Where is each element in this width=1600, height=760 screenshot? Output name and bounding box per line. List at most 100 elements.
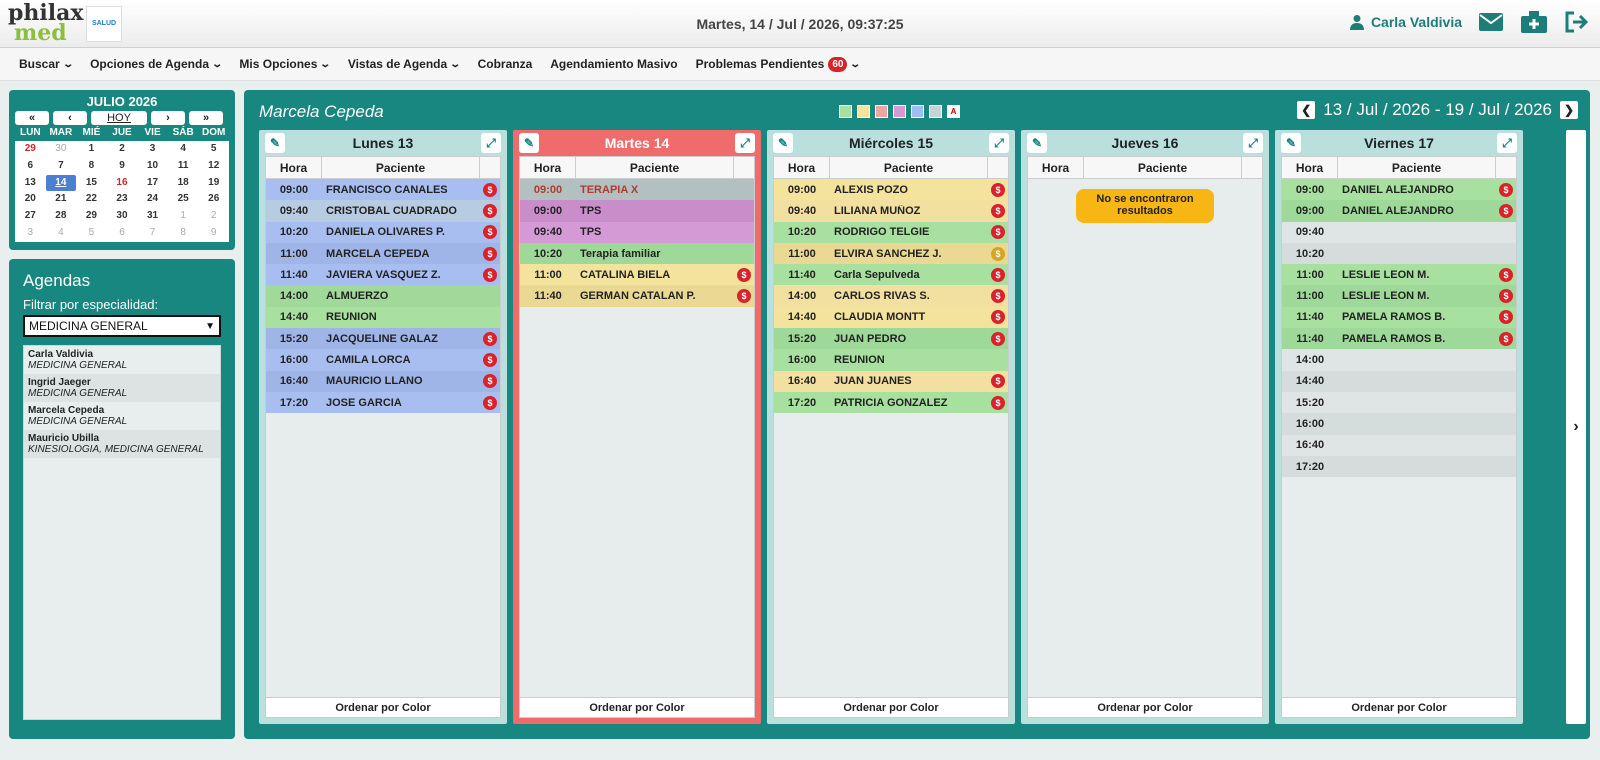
payment-icon[interactable]: $ [991, 246, 1005, 261]
menu-item-3[interactable]: Vistas de Agenda ⌄ [339, 57, 469, 71]
appointment-row[interactable]: 09:40 TPS [520, 221, 754, 243]
calendar-day[interactable]: 29 [15, 141, 46, 158]
agenda-list-item[interactable]: Carla Valdivia MEDICINA GENERAL [24, 346, 220, 374]
appointment-row[interactable]: 11:00 LESLIE LEON M. $ [1282, 285, 1516, 307]
calendar-day[interactable]: 1 [76, 141, 107, 158]
appointment-row[interactable]: 16:00 [1282, 413, 1516, 435]
appointment-row[interactable]: 09:00 DANIEL ALEJANDRO $ [1282, 179, 1516, 201]
appointment-row[interactable]: 15:20 JACQUELINE GALAZ $ [266, 328, 500, 350]
color-swatch[interactable] [839, 105, 852, 118]
calendar-day[interactable]: 2 [107, 141, 138, 158]
expand-icon[interactable]: ⤢ [735, 133, 755, 153]
payment-icon[interactable]: $ [737, 267, 751, 282]
menu-item-0[interactable]: Buscar ⌄ [10, 57, 81, 71]
appointment-row[interactable]: 10:20 Terapia familiar [520, 242, 754, 265]
payment-icon[interactable]: $ [1499, 267, 1513, 282]
agenda-list-item[interactable]: Ingrid Jaeger MEDICINA GENERAL [24, 374, 220, 402]
appointment-row[interactable]: 14:00 ALMUERZO [266, 285, 500, 307]
calendar-day[interactable]: 7 [137, 225, 168, 242]
payment-icon[interactable]: $ [991, 374, 1005, 389]
user-menu[interactable]: Carla Valdivia [1349, 14, 1462, 30]
calendar-day[interactable]: 2 [198, 208, 229, 225]
appointment-row[interactable]: 14:00 CARLOS RIVAS S. $ [774, 285, 1008, 307]
menu-item-4[interactable]: Cobranza [469, 57, 542, 71]
appointment-row[interactable]: 16:40 MAURICIO LLANO $ [266, 370, 500, 392]
payment-icon[interactable]: $ [1499, 203, 1513, 218]
agenda-list-item[interactable]: Marcela Cepeda MEDICINA GENERAL [24, 402, 220, 430]
payment-icon[interactable]: $ [483, 267, 497, 282]
color-swatch[interactable] [875, 105, 888, 118]
calendar-day[interactable]: 22 [76, 191, 107, 208]
calendar-day[interactable]: 10 [137, 158, 168, 175]
payment-icon[interactable]: $ [1499, 310, 1513, 325]
calendar-day[interactable]: 23 [107, 191, 138, 208]
next-year-button[interactable]: » [189, 111, 223, 125]
sort-by-color-button[interactable]: Ordenar por Color [520, 697, 754, 717]
calendar-day[interactable]: 5 [198, 141, 229, 158]
expand-icon[interactable]: ⤢ [481, 133, 501, 153]
edit-pencil-icon[interactable]: ✎ [1027, 133, 1047, 153]
payment-icon[interactable]: $ [991, 203, 1005, 218]
appointment-row[interactable]: 15:20 JUAN PEDRO $ [774, 328, 1008, 350]
payment-icon[interactable]: $ [483, 182, 497, 197]
appointment-row[interactable]: 11:00 MARCELA CEPEDA $ [266, 242, 500, 265]
mail-icon[interactable] [1478, 12, 1504, 32]
appointment-row[interactable]: 16:00 REUNION [774, 349, 1008, 371]
calendar-day[interactable]: 29 [76, 208, 107, 225]
appointment-row[interactable]: 11:00 LESLIE LEON M. $ [1282, 264, 1516, 286]
payment-icon[interactable]: $ [483, 331, 497, 346]
next-week-button[interactable]: ❯ [1560, 101, 1578, 119]
appointment-row[interactable]: 11:40 PAMELA RAMOS B. $ [1282, 306, 1516, 329]
calendar-day[interactable]: 3 [15, 225, 46, 242]
calendar-day[interactable]: 30 [107, 208, 138, 225]
menu-item-5[interactable]: Agendamiento Masivo [541, 57, 686, 71]
calendar-day[interactable]: 5 [76, 225, 107, 242]
sort-by-color-button[interactable]: Ordenar por Color [1028, 697, 1262, 717]
payment-icon[interactable]: $ [483, 353, 497, 368]
today-button[interactable]: HOY [91, 111, 147, 125]
appointment-row[interactable]: 15:20 [1282, 391, 1516, 414]
appointment-row[interactable]: 17:20 PATRICIA GONZALEZ $ [774, 391, 1008, 414]
sort-by-color-button[interactable]: Ordenar por Color [266, 697, 500, 717]
color-swatch[interactable] [857, 105, 870, 118]
calendar-day[interactable]: 3 [137, 141, 168, 158]
appointment-row[interactable]: 16:40 [1282, 434, 1516, 456]
appointment-row[interactable]: 16:40 JUAN JUANES $ [774, 370, 1008, 392]
hospital-icon[interactable] [1520, 10, 1548, 34]
color-swatch[interactable] [911, 105, 924, 118]
appointment-row[interactable]: 11:40 PAMELA RAMOS B. $ [1282, 328, 1516, 350]
appointment-row[interactable]: 14:40 [1282, 370, 1516, 392]
appointment-row[interactable]: 11:00 ELVIRA SANCHEZ J. $ [774, 242, 1008, 265]
calendar-day[interactable]: 4 [168, 141, 199, 158]
logo[interactable]: philax med SALUD [8, 2, 122, 43]
appointment-row[interactable]: 09:40 LILIANA MUÑOZ $ [774, 200, 1008, 222]
calendar-day[interactable]: 28 [46, 208, 77, 225]
appointment-row[interactable]: 09:40 CRISTOBAL CUADRADO $ [266, 200, 500, 222]
logout-icon[interactable] [1564, 11, 1588, 33]
expand-icon[interactable]: ⤢ [989, 133, 1009, 153]
appointment-row[interactable]: 09:00 ALEXIS POZO $ [774, 179, 1008, 201]
calendar-day[interactable]: 17 [137, 175, 168, 192]
next-month-button[interactable]: › [151, 111, 185, 125]
appointment-row[interactable]: 11:00 CATALINA BIELA $ [520, 264, 754, 286]
appointment-row[interactable]: 11:40 JAVIERA VASQUEZ Z. $ [266, 264, 500, 286]
appointment-row[interactable]: 10:20 RODRIGO TELGIE $ [774, 221, 1008, 243]
payment-icon[interactable]: $ [1499, 182, 1513, 197]
calendar-day[interactable]: 1 [168, 208, 199, 225]
calendar-day[interactable]: 19 [198, 175, 229, 192]
appointment-row[interactable]: 09:00 TPS [520, 200, 754, 222]
edit-pencil-icon[interactable]: ✎ [1281, 133, 1301, 153]
calendar-day[interactable]: 25 [168, 191, 199, 208]
edit-pencil-icon[interactable]: ✎ [773, 133, 793, 153]
calendar-day[interactable]: 6 [15, 158, 46, 175]
appointment-row[interactable]: 17:20 [1282, 455, 1516, 478]
color-swatch[interactable] [893, 105, 906, 118]
payment-icon[interactable]: $ [483, 374, 497, 389]
appointment-row[interactable]: 09:00 TERAPIA X [520, 179, 754, 201]
appointment-row[interactable]: 11:40 GERMAN CATALAN P. $ [520, 285, 754, 307]
sort-by-color-button[interactable]: Ordenar por Color [1282, 697, 1516, 717]
payment-icon[interactable]: $ [1499, 289, 1513, 304]
appointment-row[interactable]: 09:00 DANIEL ALEJANDRO $ [1282, 200, 1516, 222]
calendar-day[interactable]: 8 [76, 158, 107, 175]
payment-icon[interactable]: $ [991, 225, 1005, 240]
